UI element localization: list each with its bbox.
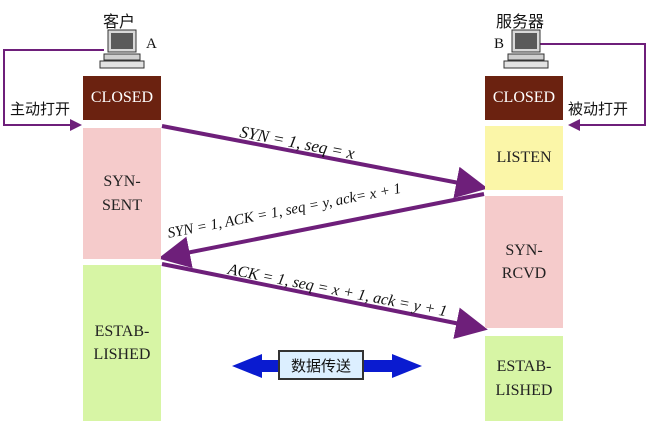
server-state-established: ESTAB- LISHED xyxy=(485,336,563,421)
server-title: 服务器 xyxy=(496,12,545,31)
server-state-closed: CLOSED xyxy=(485,76,563,120)
client-state-closed: CLOSED xyxy=(83,76,161,120)
server-letter: B xyxy=(494,36,505,52)
client-open-label: 主动打开 xyxy=(10,100,71,118)
server-open-label: 被动打开 xyxy=(568,100,629,118)
server-icon xyxy=(503,29,549,69)
computer-icon xyxy=(99,29,145,69)
server-state-syn-rcvd: SYN- RCVD xyxy=(485,196,563,328)
client-state-established: ESTAB- LISHED xyxy=(83,265,161,421)
server-state-listen: LISTEN xyxy=(485,126,563,190)
data-transfer-label: 数据传送 xyxy=(278,350,364,380)
client-state-syn-sent: SYN- SENT xyxy=(83,128,161,259)
client-letter: A xyxy=(146,36,157,52)
client-title: 客户 xyxy=(103,12,136,31)
